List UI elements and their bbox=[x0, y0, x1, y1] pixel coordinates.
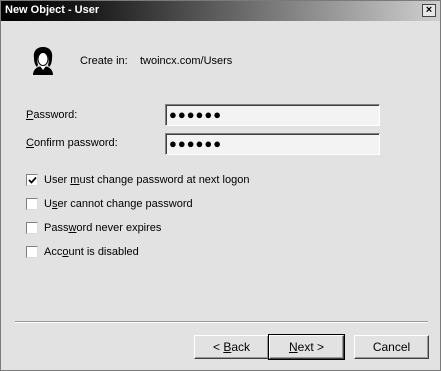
create-in-path: twoincx.com/Users bbox=[140, 55, 233, 67]
password-field[interactable]: ●●●●●● bbox=[165, 104, 380, 126]
never-expires-label: Password never expires bbox=[44, 222, 162, 234]
option-account-disabled[interactable]: Account is disabled bbox=[26, 246, 139, 258]
confirm-password-field[interactable]: ●●●●●● bbox=[165, 133, 380, 155]
cannot-change-checkbox[interactable] bbox=[26, 198, 38, 210]
confirm-password-label: Confirm password: bbox=[26, 137, 118, 149]
next-button[interactable]: Next > bbox=[268, 334, 345, 360]
cancel-button[interactable]: Cancel bbox=[354, 335, 429, 359]
title-bar[interactable]: New Object - User × bbox=[1, 1, 440, 21]
new-user-dialog: New Object - User × Create in: twoincx.c… bbox=[0, 0, 441, 371]
window-title: New Object - User bbox=[5, 4, 100, 16]
close-icon: × bbox=[425, 4, 433, 16]
option-must-change-password[interactable]: User must change password at next logon bbox=[26, 174, 249, 186]
checkmark-icon bbox=[28, 176, 37, 184]
option-password-never-expires[interactable]: Password never expires bbox=[26, 222, 161, 234]
account-disabled-checkbox[interactable] bbox=[26, 246, 38, 258]
separator bbox=[15, 321, 428, 323]
close-button[interactable]: × bbox=[422, 4, 436, 17]
password-label: Password: bbox=[26, 109, 78, 121]
back-button[interactable]: < Back bbox=[194, 335, 269, 359]
option-cannot-change-password[interactable]: User cannot change password bbox=[26, 198, 193, 210]
create-in-label: Create in: bbox=[80, 55, 128, 67]
user-icon bbox=[33, 47, 53, 75]
cannot-change-label: User cannot change password bbox=[44, 198, 193, 210]
never-expires-checkbox[interactable] bbox=[26, 222, 38, 234]
account-disabled-label: Account is disabled bbox=[44, 246, 139, 258]
must-change-label: User must change password at next logon bbox=[44, 174, 250, 186]
must-change-checkbox[interactable] bbox=[26, 174, 38, 186]
